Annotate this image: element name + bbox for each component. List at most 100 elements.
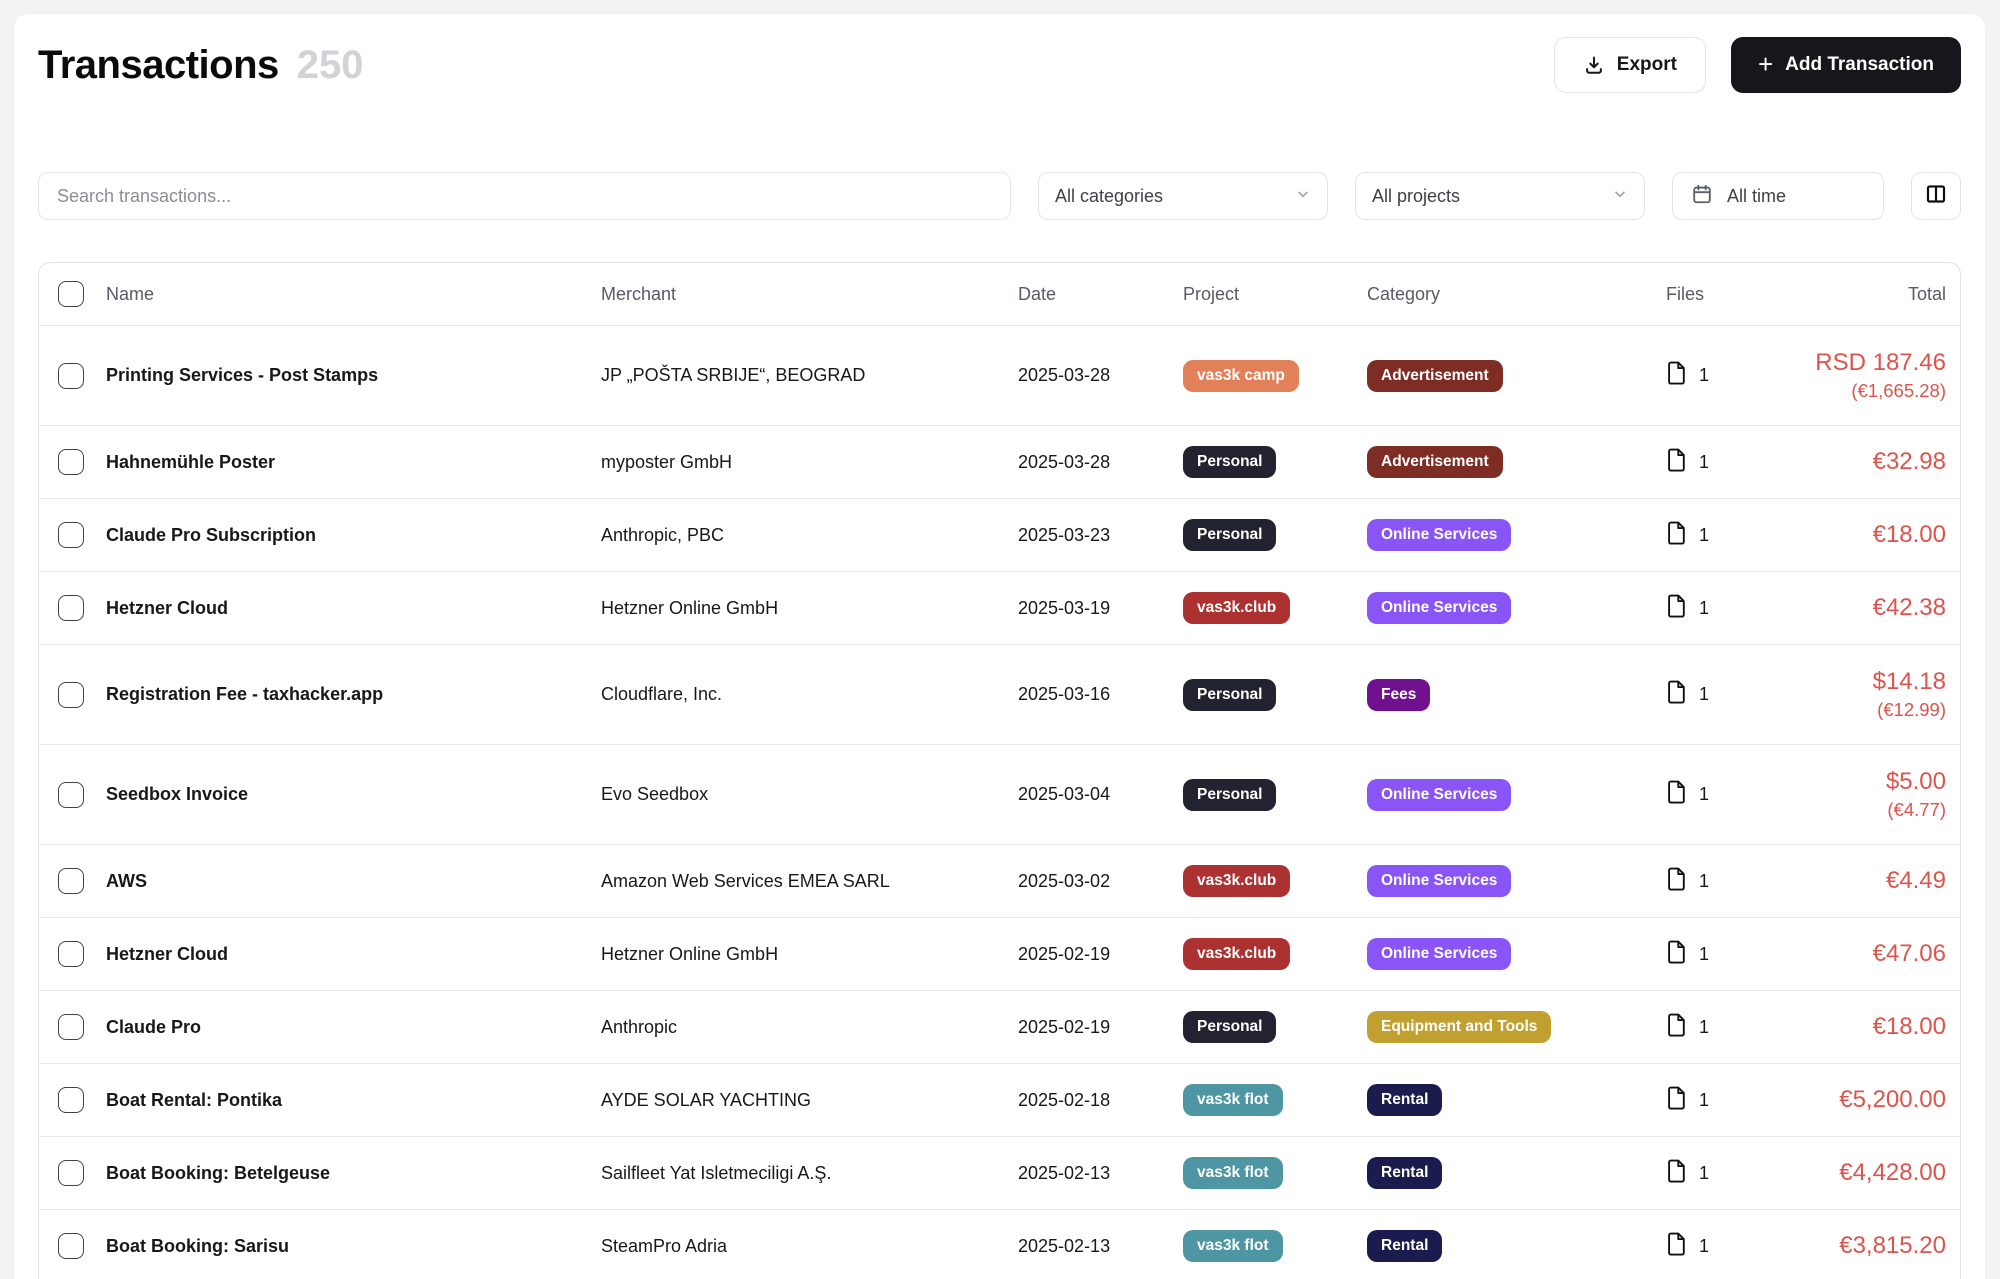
row-checkbox[interactable] <box>58 1087 84 1113</box>
total-amount: $5.00 <box>1886 768 1946 796</box>
project-badge: Personal <box>1183 779 1276 811</box>
transaction-name: Boat Booking: Betelgeuse <box>106 1163 601 1184</box>
transaction-date: 2025-02-13 <box>1018 1163 1183 1184</box>
file-count: 1 <box>1699 871 1709 892</box>
transaction-date: 2025-03-02 <box>1018 871 1183 892</box>
file-count: 1 <box>1699 1236 1709 1257</box>
column-header-merchant: Merchant <box>601 284 1018 305</box>
column-header-total: Total <box>1791 284 1960 305</box>
transaction-count: 250 <box>297 43 364 88</box>
row-checkbox[interactable] <box>58 522 84 548</box>
transaction-merchant: Hetzner Online GmbH <box>601 598 1018 619</box>
transaction-name: Seedbox Invoice <box>106 784 601 805</box>
row-checkbox[interactable] <box>58 595 84 621</box>
category-badge: Advertisement <box>1367 360 1503 392</box>
file-icon <box>1666 867 1687 896</box>
table-row[interactable]: Boat Booking: Betelgeuse Sailfleet Yat I… <box>39 1137 1960 1210</box>
category-badge: Rental <box>1367 1084 1442 1116</box>
project-badge: Personal <box>1183 1011 1276 1043</box>
add-transaction-button[interactable]: + Add Transaction <box>1731 37 1961 93</box>
total-amount: €42.38 <box>1873 594 1946 622</box>
select-all-checkbox[interactable] <box>58 281 84 307</box>
transaction-merchant: SteamPro Adria <box>601 1236 1018 1257</box>
table-row[interactable]: Seedbox Invoice Evo Seedbox 2025-03-04 P… <box>39 745 1960 845</box>
table-row[interactable]: Claude Pro Subscription Anthropic, PBC 2… <box>39 499 1960 572</box>
plus-icon: + <box>1758 51 1773 77</box>
transaction-merchant: Sailfleet Yat Isletmeciligi A.Ş. <box>601 1163 1018 1184</box>
project-badge: vas3k flot <box>1183 1157 1283 1189</box>
file-count: 1 <box>1699 365 1709 386</box>
transaction-name: Claude Pro <box>106 1017 601 1038</box>
transaction-date: 2025-03-19 <box>1018 598 1183 619</box>
categories-select[interactable]: All categories <box>1038 172 1328 220</box>
category-badge: Fees <box>1367 679 1430 711</box>
file-count: 1 <box>1699 684 1709 705</box>
transaction-merchant: AYDE SOLAR YACHTING <box>601 1090 1018 1111</box>
transaction-name: Claude Pro Subscription <box>106 525 601 546</box>
table-row[interactable]: Boat Booking: Sarisu SteamPro Adria 2025… <box>39 1210 1960 1279</box>
transaction-merchant: Hetzner Online GmbH <box>601 944 1018 965</box>
row-checkbox[interactable] <box>58 363 84 389</box>
table-body: Printing Services - Post Stamps JP „POŠT… <box>39 326 1960 1279</box>
table-row[interactable]: Printing Services - Post Stamps JP „POŠT… <box>39 326 1960 426</box>
table-row[interactable]: Hetzner Cloud Hetzner Online GmbH 2025-0… <box>39 918 1960 991</box>
export-button[interactable]: Export <box>1554 37 1706 93</box>
transactions-table: Name Merchant Date Project Category File… <box>38 262 1961 1279</box>
projects-select[interactable]: All projects <box>1355 172 1645 220</box>
table-row[interactable]: Hahnemühle Poster myposter GmbH 2025-03-… <box>39 426 1960 499</box>
file-count: 1 <box>1699 784 1709 805</box>
project-badge: vas3k camp <box>1183 360 1299 392</box>
row-checkbox[interactable] <box>58 1233 84 1259</box>
file-icon <box>1666 1086 1687 1115</box>
calendar-icon <box>1691 183 1713 210</box>
column-toggle-button[interactable] <box>1911 172 1961 220</box>
transaction-date: 2025-03-16 <box>1018 684 1183 705</box>
file-icon <box>1666 448 1687 477</box>
project-badge: Personal <box>1183 519 1276 551</box>
table-row[interactable]: Registration Fee - taxhacker.app Cloudfl… <box>39 645 1960 745</box>
category-badge: Advertisement <box>1367 446 1503 478</box>
total-amount-converted: (€1,665.28) <box>1851 380 1946 402</box>
row-checkbox[interactable] <box>58 941 84 967</box>
category-badge: Online Services <box>1367 865 1511 897</box>
search-input[interactable] <box>38 172 1011 220</box>
row-checkbox[interactable] <box>58 1160 84 1186</box>
projects-select-value: All projects <box>1372 186 1460 207</box>
transaction-merchant: Anthropic <box>601 1017 1018 1038</box>
chevron-down-icon <box>1612 186 1628 207</box>
total-amount: $14.18 <box>1873 668 1946 696</box>
transaction-name: Boat Rental: Pontika <box>106 1090 601 1111</box>
row-checkbox[interactable] <box>58 868 84 894</box>
row-checkbox[interactable] <box>58 449 84 475</box>
transaction-name: Hetzner Cloud <box>106 944 601 965</box>
total-amount-converted: (€4.77) <box>1887 799 1946 821</box>
columns-icon <box>1924 182 1948 211</box>
row-checkbox[interactable] <box>58 682 84 708</box>
total-amount: €18.00 <box>1873 521 1946 549</box>
column-header-project: Project <box>1183 284 1367 305</box>
project-badge: Personal <box>1183 446 1276 478</box>
file-icon <box>1666 680 1687 709</box>
file-count: 1 <box>1699 1090 1709 1111</box>
table-row[interactable]: Hetzner Cloud Hetzner Online GmbH 2025-0… <box>39 572 1960 645</box>
date-range-value: All time <box>1727 186 1786 207</box>
row-checkbox[interactable] <box>58 782 84 808</box>
total-amount: €4,428.00 <box>1839 1159 1946 1187</box>
date-range-button[interactable]: All time <box>1672 172 1884 220</box>
total-amount-converted: (€12.99) <box>1877 699 1946 721</box>
category-badge: Equipment and Tools <box>1367 1011 1551 1043</box>
column-header-name: Name <box>106 284 601 305</box>
table-row[interactable]: Boat Rental: Pontika AYDE SOLAR YACHTING… <box>39 1064 1960 1137</box>
file-count: 1 <box>1699 1163 1709 1184</box>
total-amount: €47.06 <box>1873 940 1946 968</box>
file-count: 1 <box>1699 452 1709 473</box>
file-icon <box>1666 940 1687 969</box>
category-badge: Rental <box>1367 1157 1442 1189</box>
project-badge: Personal <box>1183 679 1276 711</box>
row-checkbox[interactable] <box>58 1014 84 1040</box>
column-header-date: Date <box>1018 284 1183 305</box>
table-row[interactable]: Claude Pro Anthropic 2025-02-19 Personal… <box>39 991 1960 1064</box>
transaction-date: 2025-03-28 <box>1018 365 1183 386</box>
file-count: 1 <box>1699 598 1709 619</box>
table-row[interactable]: AWS Amazon Web Services EMEA SARL 2025-0… <box>39 845 1960 918</box>
